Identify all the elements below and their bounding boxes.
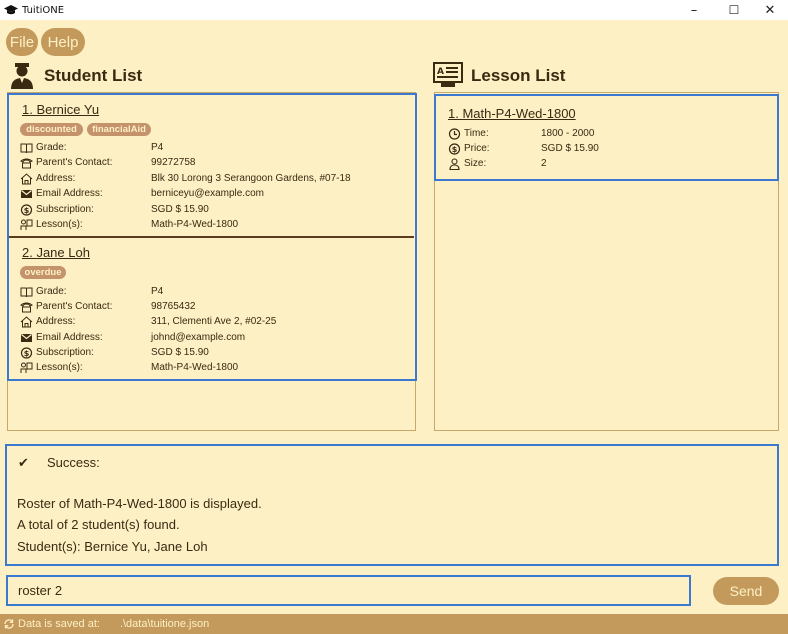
- svg-text:A: A: [437, 67, 444, 77]
- status-label: Data is saved at:: [18, 618, 100, 630]
- presentation-board-icon: A: [433, 62, 463, 87]
- graduation-cap-icon: [4, 5, 18, 15]
- window-title: TuitiONE: [22, 4, 65, 16]
- result-status: Success:: [47, 455, 100, 470]
- result-line: Student(s): Bernice Yu, Jane Loh: [17, 539, 208, 554]
- sync-icon: [4, 619, 14, 629]
- send-button[interactable]: Send: [713, 577, 779, 605]
- student-list-title: Student List: [44, 66, 143, 85]
- help-menu[interactable]: Help: [41, 28, 85, 56]
- status-bar: Data is saved at: .\data\tuitione.json: [0, 614, 788, 634]
- result-line: A total of 2 student(s) found.: [17, 517, 180, 532]
- student-list-highlight: [7, 93, 417, 381]
- window-titlebar: TuitiONE: [0, 0, 788, 20]
- teacher-icon: [11, 63, 33, 89]
- close-button[interactable]: ✕: [753, 0, 787, 20]
- lesson-list-title: Lesson List: [471, 66, 566, 85]
- lesson-list-highlight: [434, 94, 779, 181]
- save-path: .\data\tuitione.json: [119, 618, 210, 630]
- maximize-button[interactable]: ☐: [717, 0, 751, 20]
- success-check-icon: ✔: [18, 455, 29, 470]
- command-input[interactable]: [6, 575, 691, 606]
- file-menu[interactable]: File: [6, 28, 38, 56]
- minimize-button[interactable]: –: [677, 0, 711, 20]
- result-line: Roster of Math-P4-Wed-1800 is displayed.: [17, 496, 262, 511]
